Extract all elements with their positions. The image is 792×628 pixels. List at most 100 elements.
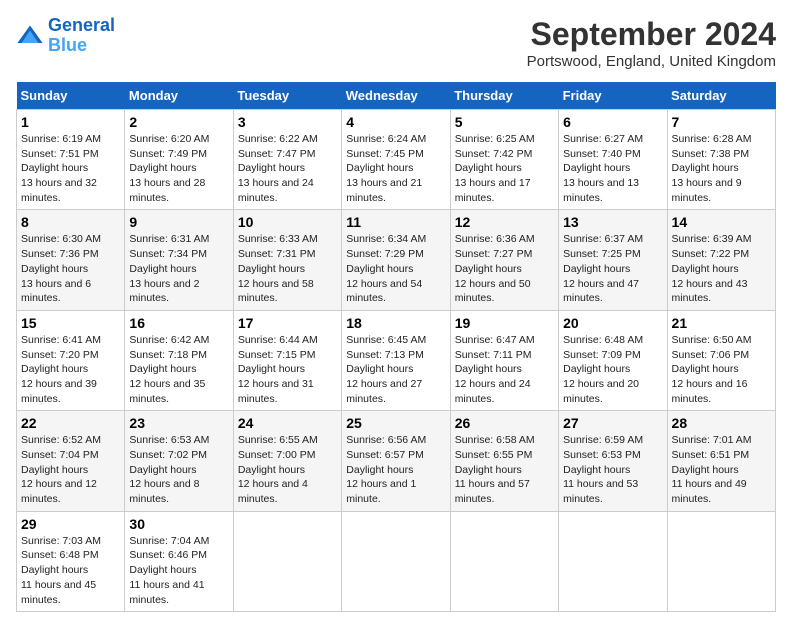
calendar-week-4: 22 Sunrise: 6:52 AM Sunset: 7:04 PM Dayl… — [17, 411, 776, 511]
daylight-label: Daylight hours — [455, 162, 522, 174]
calendar-cell — [559, 511, 667, 611]
col-tuesday: Tuesday — [233, 82, 341, 110]
sunset-label: Sunset: 7:49 PM — [129, 148, 207, 160]
day-info: Sunrise: 6:56 AM Sunset: 6:57 PM Dayligh… — [346, 433, 445, 506]
day-number: 11 — [346, 214, 445, 230]
calendar-cell: 12 Sunrise: 6:36 AM Sunset: 7:27 PM Dayl… — [450, 210, 558, 310]
daylight-label: Daylight hours — [21, 363, 88, 375]
daylight-label: Daylight hours — [563, 464, 630, 476]
daylight-value: 12 hours and 12 minutes. — [21, 478, 97, 505]
daylight-label: Daylight hours — [563, 263, 630, 275]
day-number: 8 — [21, 214, 120, 230]
header-row: Sunday Monday Tuesday Wednesday Thursday… — [17, 82, 776, 110]
daylight-label: Daylight hours — [455, 464, 522, 476]
day-number: 4 — [346, 114, 445, 130]
day-number: 22 — [21, 415, 120, 431]
sunset-label: Sunset: 6:57 PM — [346, 449, 424, 461]
day-number: 16 — [129, 315, 228, 331]
day-info: Sunrise: 6:55 AM Sunset: 7:00 PM Dayligh… — [238, 433, 337, 506]
calendar-cell — [342, 511, 450, 611]
daylight-label: Daylight hours — [238, 363, 305, 375]
daylight-label: Daylight hours — [346, 464, 413, 476]
day-info: Sunrise: 6:36 AM Sunset: 7:27 PM Dayligh… — [455, 232, 554, 305]
calendar-cell: 29 Sunrise: 7:03 AM Sunset: 6:48 PM Dayl… — [17, 511, 125, 611]
day-number: 19 — [455, 315, 554, 331]
col-sunday: Sunday — [17, 82, 125, 110]
calendar-week-3: 15 Sunrise: 6:41 AM Sunset: 7:20 PM Dayl… — [17, 310, 776, 410]
sunset-label: Sunset: 6:55 PM — [455, 449, 533, 461]
daylight-label: Daylight hours — [129, 564, 196, 576]
calendar-cell: 13 Sunrise: 6:37 AM Sunset: 7:25 PM Dayl… — [559, 210, 667, 310]
day-info: Sunrise: 6:44 AM Sunset: 7:15 PM Dayligh… — [238, 333, 337, 406]
sunset-label: Sunset: 7:27 PM — [455, 248, 533, 260]
day-number: 5 — [455, 114, 554, 130]
daylight-label: Daylight hours — [563, 162, 630, 174]
daylight-value: 12 hours and 50 minutes. — [455, 278, 531, 305]
day-number: 25 — [346, 415, 445, 431]
calendar-cell: 21 Sunrise: 6:50 AM Sunset: 7:06 PM Dayl… — [667, 310, 775, 410]
daylight-label: Daylight hours — [21, 162, 88, 174]
sunset-label: Sunset: 7:51 PM — [21, 148, 99, 160]
day-number: 14 — [672, 214, 771, 230]
daylight-value: 11 hours and 49 minutes. — [672, 478, 747, 505]
sunrise-label: Sunrise: 6:30 AM — [21, 233, 101, 245]
col-wednesday: Wednesday — [342, 82, 450, 110]
sunset-label: Sunset: 6:48 PM — [21, 549, 99, 561]
sunrise-label: Sunrise: 6:53 AM — [129, 434, 209, 446]
day-info: Sunrise: 6:37 AM Sunset: 7:25 PM Dayligh… — [563, 232, 662, 305]
day-info: Sunrise: 6:28 AM Sunset: 7:38 PM Dayligh… — [672, 132, 771, 205]
sunrise-label: Sunrise: 6:52 AM — [21, 434, 101, 446]
daylight-label: Daylight hours — [672, 363, 739, 375]
day-number: 12 — [455, 214, 554, 230]
col-saturday: Saturday — [667, 82, 775, 110]
sunrise-label: Sunrise: 6:55 AM — [238, 434, 318, 446]
day-number: 30 — [129, 516, 228, 532]
daylight-label: Daylight hours — [346, 363, 413, 375]
sunrise-label: Sunrise: 6:28 AM — [672, 133, 752, 145]
daylight-value: 12 hours and 43 minutes. — [672, 278, 748, 305]
sunset-label: Sunset: 7:02 PM — [129, 449, 207, 461]
daylight-label: Daylight hours — [672, 162, 739, 174]
day-info: Sunrise: 6:41 AM Sunset: 7:20 PM Dayligh… — [21, 333, 120, 406]
day-number: 10 — [238, 214, 337, 230]
calendar-cell: 4 Sunrise: 6:24 AM Sunset: 7:45 PM Dayli… — [342, 110, 450, 210]
day-number: 28 — [672, 415, 771, 431]
sunrise-label: Sunrise: 6:36 AM — [455, 233, 535, 245]
sunset-label: Sunset: 7:45 PM — [346, 148, 424, 160]
day-number: 13 — [563, 214, 662, 230]
sunset-label: Sunset: 6:46 PM — [129, 549, 207, 561]
day-number: 18 — [346, 315, 445, 331]
daylight-value: 13 hours and 9 minutes. — [672, 177, 742, 204]
calendar-cell: 27 Sunrise: 6:59 AM Sunset: 6:53 PM Dayl… — [559, 411, 667, 511]
daylight-label: Daylight hours — [129, 464, 196, 476]
sunset-label: Sunset: 6:51 PM — [672, 449, 750, 461]
day-info: Sunrise: 6:52 AM Sunset: 7:04 PM Dayligh… — [21, 433, 120, 506]
calendar-cell: 19 Sunrise: 6:47 AM Sunset: 7:11 PM Dayl… — [450, 310, 558, 410]
col-friday: Friday — [559, 82, 667, 110]
sunrise-label: Sunrise: 6:33 AM — [238, 233, 318, 245]
daylight-value: 11 hours and 45 minutes. — [21, 579, 96, 606]
day-number: 2 — [129, 114, 228, 130]
daylight-label: Daylight hours — [238, 162, 305, 174]
sunset-label: Sunset: 7:11 PM — [455, 349, 532, 361]
calendar-cell: 10 Sunrise: 6:33 AM Sunset: 7:31 PM Dayl… — [233, 210, 341, 310]
day-info: Sunrise: 6:45 AM Sunset: 7:13 PM Dayligh… — [346, 333, 445, 406]
daylight-label: Daylight hours — [129, 162, 196, 174]
sunset-label: Sunset: 7:06 PM — [672, 349, 750, 361]
calendar-cell: 7 Sunrise: 6:28 AM Sunset: 7:38 PM Dayli… — [667, 110, 775, 210]
day-number: 21 — [672, 315, 771, 331]
sunrise-label: Sunrise: 6:42 AM — [129, 334, 209, 346]
daylight-value: 12 hours and 58 minutes. — [238, 278, 314, 305]
logo-text: General Blue — [48, 16, 115, 56]
sunset-label: Sunset: 7:04 PM — [21, 449, 99, 461]
daylight-value: 12 hours and 16 minutes. — [672, 378, 748, 405]
daylight-label: Daylight hours — [129, 263, 196, 275]
calendar-week-2: 8 Sunrise: 6:30 AM Sunset: 7:36 PM Dayli… — [17, 210, 776, 310]
daylight-label: Daylight hours — [21, 564, 88, 576]
day-info: Sunrise: 6:39 AM Sunset: 7:22 PM Dayligh… — [672, 232, 771, 305]
daylight-label: Daylight hours — [455, 363, 522, 375]
sunset-label: Sunset: 7:40 PM — [563, 148, 641, 160]
day-number: 27 — [563, 415, 662, 431]
sunrise-label: Sunrise: 6:45 AM — [346, 334, 426, 346]
calendar-cell: 2 Sunrise: 6:20 AM Sunset: 7:49 PM Dayli… — [125, 110, 233, 210]
